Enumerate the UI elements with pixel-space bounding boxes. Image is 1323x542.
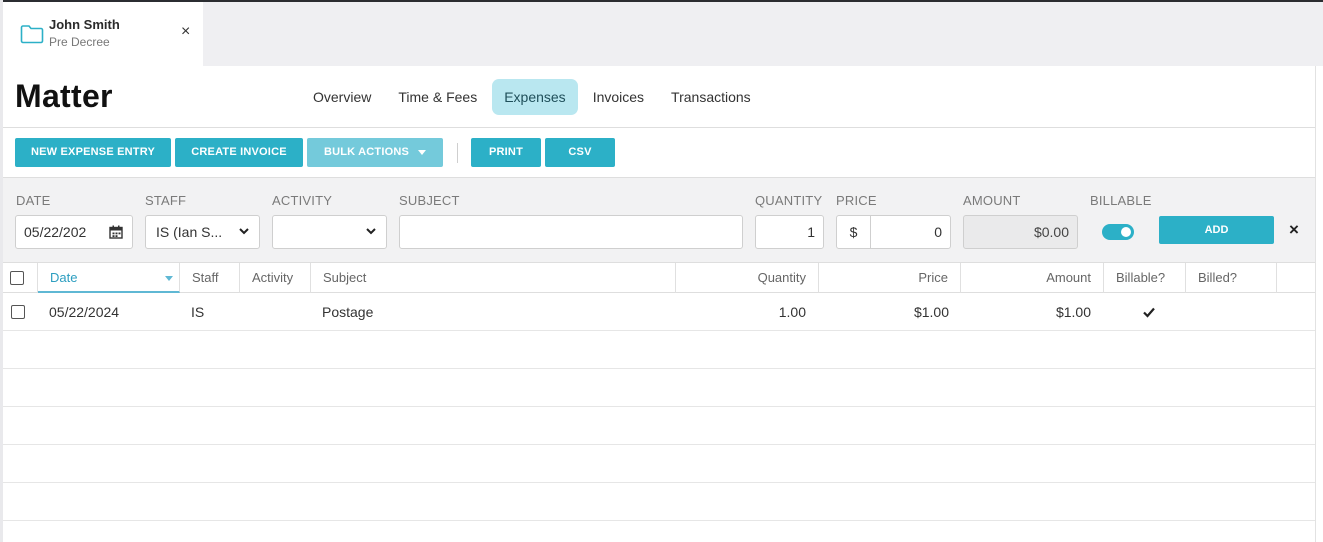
column-header-billable[interactable]: Billable? <box>1104 263 1186 293</box>
date-label: DATE <box>16 193 51 208</box>
column-header-date-label: Date <box>50 270 78 285</box>
folder-icon <box>20 25 44 44</box>
currency-symbol: $ <box>837 216 871 248</box>
right-gutter <box>1315 66 1323 542</box>
tab-expenses[interactable]: Expenses <box>492 79 578 115</box>
date-input[interactable]: 05/22/202 <box>15 215 133 249</box>
column-header-price[interactable]: Price <box>819 263 961 293</box>
expense-toolbar: NEW EXPENSE ENTRY CREATE INVOICE BULK AC… <box>3 128 1315 178</box>
close-form-icon[interactable]: × <box>1289 220 1299 240</box>
column-header-quantity[interactable]: Quantity <box>676 263 819 293</box>
table-row-empty <box>3 407 1315 445</box>
matter-header: Matter Overview Time & Fees Expenses Inv… <box>3 66 1323 128</box>
quantity-input[interactable]: 1 <box>755 215 824 249</box>
billable-label: BILLABLE <box>1090 193 1152 208</box>
new-expense-entry-button[interactable]: NEW EXPENSE ENTRY <box>15 138 171 167</box>
table-row-empty <box>3 369 1315 407</box>
price-input[interactable]: $ 0 <box>836 215 951 249</box>
table-row[interactable]: 05/22/2024 IS Postage 1.00 $1.00 $1.00 <box>3 293 1315 331</box>
select-all-cell <box>3 263 38 293</box>
cell-quantity: 1.00 <box>778 304 806 320</box>
close-tab-icon[interactable]: × <box>181 24 190 40</box>
toolbar-divider <box>457 143 458 163</box>
tab-strip: John Smith Pre Decree × <box>3 2 1323 66</box>
matter-tab[interactable]: John Smith Pre Decree × <box>3 2 203 66</box>
subject-input[interactable] <box>399 215 743 249</box>
subject-label: SUBJECT <box>399 193 460 208</box>
price-input-value: 0 <box>934 224 942 240</box>
column-header-date[interactable]: Date <box>38 263 180 293</box>
cell-subject: Postage <box>322 304 374 320</box>
create-invoice-button[interactable]: CREATE INVOICE <box>175 138 303 167</box>
toggle-knob <box>1121 227 1131 237</box>
tab-time-fees[interactable]: Time & Fees <box>386 79 489 115</box>
table-header: Date Staff Activity Subject Quantity Pri… <box>3 263 1315 293</box>
activity-label: ACTIVITY <box>272 193 333 208</box>
table-row-empty <box>3 331 1315 369</box>
activity-select[interactable] <box>272 215 387 249</box>
cell-staff: IS <box>191 304 205 320</box>
cell-price: $1.00 <box>913 304 949 320</box>
row-checkbox[interactable] <box>11 305 25 319</box>
cell-date: 05/22/2024 <box>49 304 120 320</box>
add-button[interactable]: ADD <box>1159 216 1274 244</box>
column-header-billed[interactable]: Billed? <box>1186 263 1277 293</box>
print-button[interactable]: PRINT <box>471 138 541 167</box>
date-input-value: 05/22/202 <box>24 224 87 240</box>
table-row-empty <box>3 445 1315 483</box>
price-label: PRICE <box>836 193 877 208</box>
staff-label: STAFF <box>145 193 187 208</box>
chevron-down-icon <box>239 228 249 235</box>
column-header-subject[interactable]: Subject <box>311 263 676 293</box>
matter-nav: Overview Time & Fees Expenses Invoices T… <box>301 79 766 115</box>
tab-subtitle: Pre Decree <box>49 35 110 49</box>
cell-activity <box>239 293 310 331</box>
column-header-activity[interactable]: Activity <box>240 263 311 293</box>
bulk-actions-label: BULK ACTIONS <box>323 146 410 158</box>
quantity-label: QUANTITY <box>755 193 823 208</box>
caret-down-icon <box>418 149 427 155</box>
expense-entry-form: DATE STAFF ACTIVITY SUBJECT QUANTITY PRI… <box>3 178 1315 263</box>
tab-title: John Smith <box>49 17 120 32</box>
tab-overview[interactable]: Overview <box>301 79 383 115</box>
chevron-down-icon <box>366 228 376 235</box>
column-header-staff[interactable]: Staff <box>180 263 240 293</box>
tab-transactions[interactable]: Transactions <box>659 79 763 115</box>
table-row-empty <box>3 483 1315 521</box>
sort-desc-icon <box>165 276 173 281</box>
bulk-actions-button[interactable]: BULK ACTIONS <box>307 138 443 167</box>
cell-amount: $1.00 <box>1055 304 1091 320</box>
select-all-checkbox[interactable] <box>10 271 24 285</box>
billable-toggle[interactable] <box>1102 224 1134 240</box>
amount-label: AMOUNT <box>963 193 1021 208</box>
checkmark-icon <box>1143 307 1155 318</box>
calendar-icon[interactable] <box>109 225 123 239</box>
column-header-amount[interactable]: Amount <box>961 263 1104 293</box>
amount-field: $0.00 <box>963 215 1078 249</box>
staff-select-value: IS (Ian S... <box>156 224 223 240</box>
page-title: Matter <box>15 78 113 114</box>
tab-invoices[interactable]: Invoices <box>581 79 656 115</box>
staff-select[interactable]: IS (Ian S... <box>145 215 260 249</box>
csv-button[interactable]: CSV <box>545 138 615 167</box>
